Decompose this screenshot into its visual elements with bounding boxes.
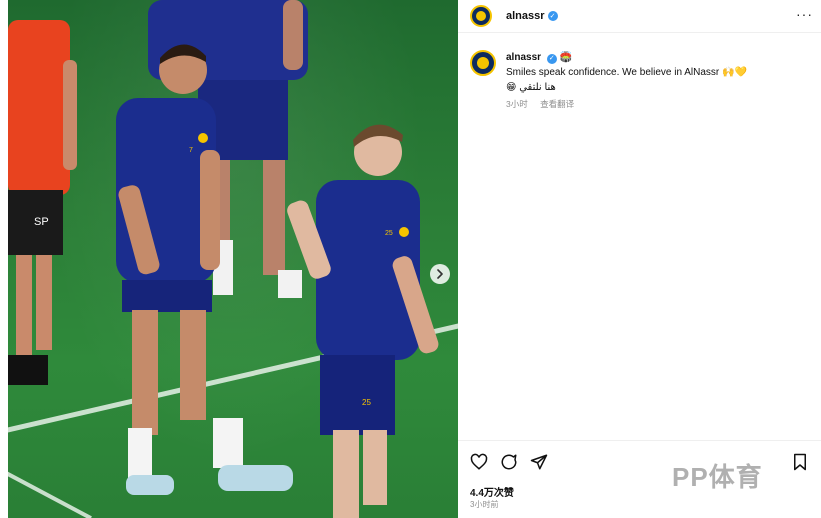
staff-figure — [8, 20, 77, 385]
players-illustration: 7 25 25 SP — [8, 0, 439, 518]
account-username[interactable]: alnassr — [506, 10, 545, 22]
next-photo-button[interactable] — [430, 264, 450, 284]
caption-line-english: Smiles speak confidence. We believe in A… — [506, 67, 747, 78]
bookmark-icon — [794, 453, 806, 471]
comment-icon — [501, 454, 517, 470]
chevron-right-icon — [437, 269, 443, 279]
caption-time: 3小时 — [506, 99, 528, 109]
staff-shirt-text: SP — [34, 216, 49, 228]
post-side-panel: alnassr ✓ ··· alnassr ✓ 🏟️ Smiles speak … — [458, 0, 821, 518]
jersey-number-right: 25 — [385, 230, 393, 237]
jersey-number-left: 7 — [189, 147, 193, 154]
heart-icon — [470, 453, 488, 470]
share-button[interactable] — [530, 453, 548, 471]
comment-button[interactable] — [500, 453, 518, 471]
account-avatar[interactable] — [470, 5, 492, 27]
likes-count[interactable]: 4.4万次赞 — [470, 484, 514, 499]
shorts-number-right: 25 — [362, 398, 371, 407]
verified-icon: ✓ — [546, 53, 557, 64]
share-icon — [530, 454, 548, 470]
verified-icon: ✓ — [547, 11, 558, 21]
translate-link[interactable]: 查看翻译 — [540, 99, 574, 109]
caption-line-arabic: 😁 هنا نلتقي — [506, 82, 556, 93]
more-options-button[interactable]: ··· — [796, 6, 813, 22]
post-time: 3小时前 — [470, 500, 499, 509]
caption-avatar[interactable] — [470, 50, 496, 76]
post-caption: alnassr ✓ 🏟️ Smiles speak confidence. We… — [470, 50, 810, 112]
player-right — [287, 124, 439, 518]
caption-username[interactable]: alnassr — [506, 52, 541, 63]
post-photo[interactable]: 7 25 25 SP — [8, 0, 458, 518]
save-button[interactable] — [791, 453, 809, 471]
post-footer: 4.4万次赞 3小时前 — [458, 440, 821, 518]
watermark-logo: PP体育 — [672, 462, 763, 492]
caption-badge: 🏟️ — [559, 52, 573, 63]
like-button[interactable] — [470, 453, 488, 471]
post-header: alnassr ✓ ··· — [458, 0, 821, 33]
